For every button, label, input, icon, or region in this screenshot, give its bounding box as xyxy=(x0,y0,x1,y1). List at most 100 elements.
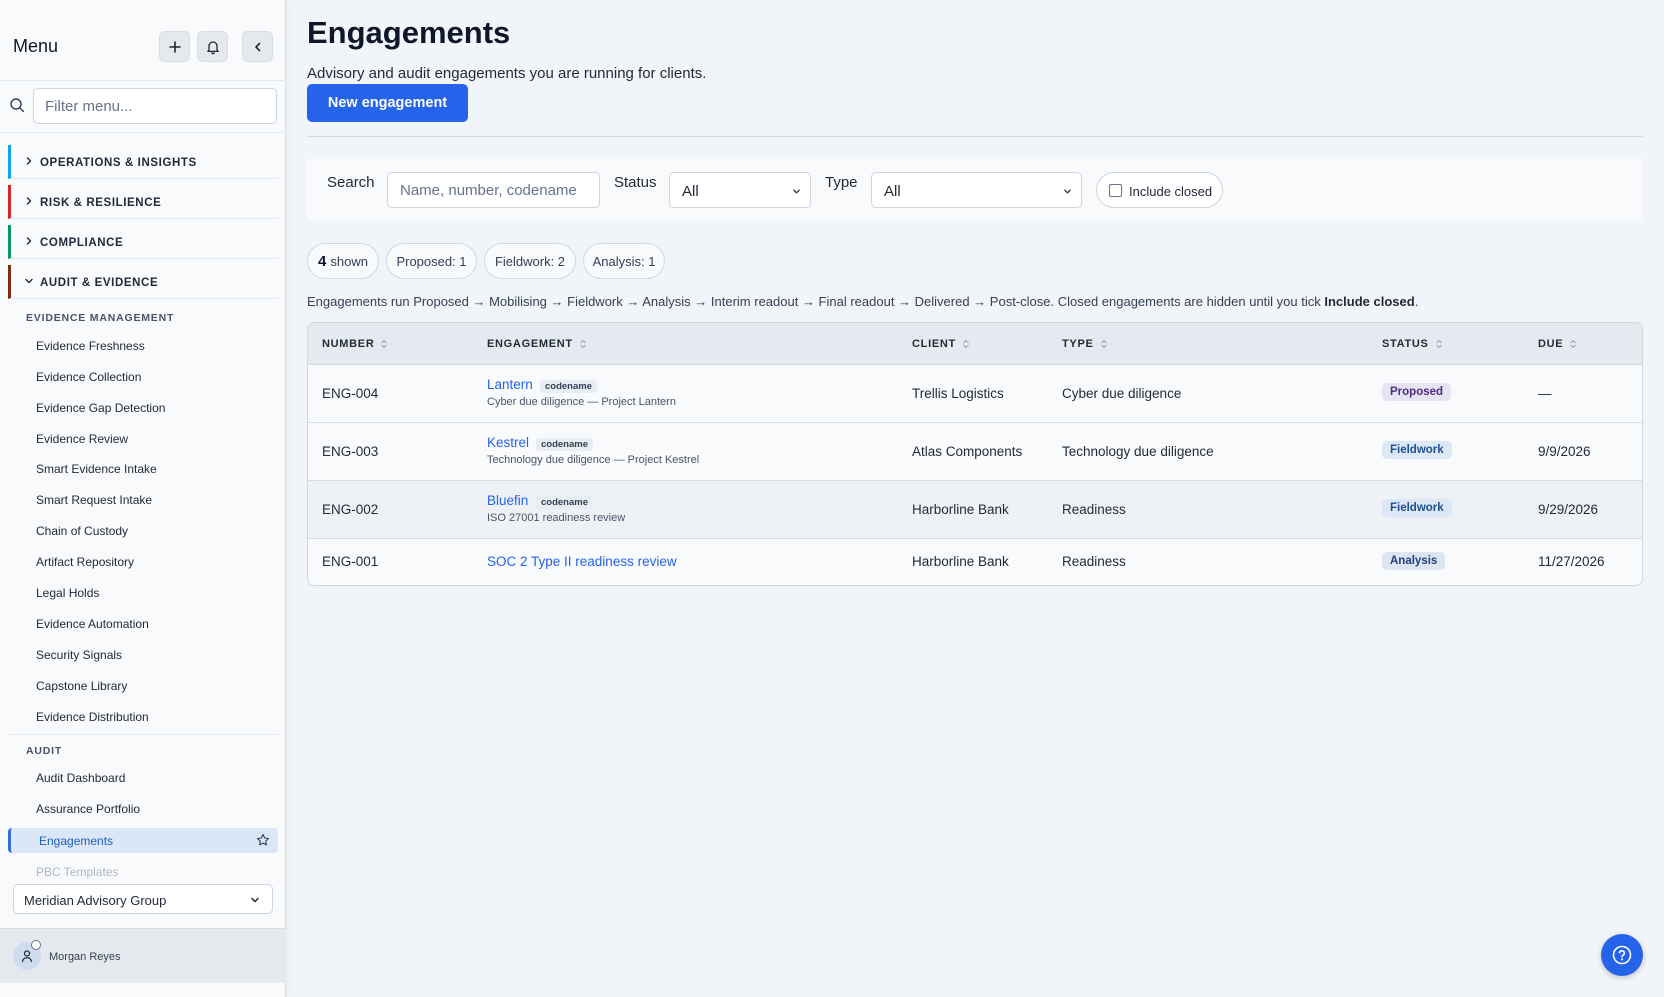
sort-icon xyxy=(1100,339,1107,349)
sidebar-item-evidence-freshness[interactable]: Evidence Freshness xyxy=(36,339,145,353)
plus-icon xyxy=(168,40,181,53)
sort-icon xyxy=(381,339,388,349)
add-button[interactable] xyxy=(159,31,190,62)
sidebar-item-capstone-library[interactable]: Capstone Library xyxy=(36,679,127,693)
column-label: DUE xyxy=(1538,338,1564,350)
sidebar-item-label: Engagements xyxy=(39,834,114,848)
column-header-status[interactable]: STATUS xyxy=(1382,338,1443,350)
status-select-value: All xyxy=(682,183,699,200)
org-switcher[interactable]: Meridian Advisory Group xyxy=(13,884,273,914)
type-label: Type xyxy=(825,174,858,191)
user-menu[interactable]: Morgan Reyes xyxy=(0,928,286,983)
sort-icon xyxy=(1570,339,1577,349)
status-count-pill[interactable]: Proposed: 1 xyxy=(386,243,477,279)
status-badge: Analysis xyxy=(1382,552,1446,570)
sidebar-item-evidence-collection[interactable]: Evidence Collection xyxy=(36,370,141,384)
engagement-type: Readiness xyxy=(1062,554,1126,569)
column-header-number[interactable]: NUMBER xyxy=(322,338,388,350)
sidebar-item-engagements[interactable]: Engagements xyxy=(8,828,278,853)
engagement-type: Readiness xyxy=(1062,502,1126,517)
chevron-down-icon xyxy=(1064,189,1071,194)
section-label: OPERATIONS & INSIGHTS xyxy=(40,157,197,169)
presence-indicator xyxy=(31,940,41,950)
status-badge: Fieldwork xyxy=(1382,499,1452,517)
page-title: Engagements xyxy=(307,15,511,50)
engagement-link[interactable]: Kestrel xyxy=(487,435,529,450)
engagement-number: ENG-001 xyxy=(322,554,379,569)
sidebar-item-evidence-automation[interactable]: Evidence Automation xyxy=(36,617,149,631)
star-icon[interactable] xyxy=(256,833,270,847)
sidebar-item-smart-evidence-intake[interactable]: Smart Evidence Intake xyxy=(36,462,157,476)
column-header-type[interactable]: TYPE xyxy=(1062,338,1108,350)
section-operations-insights[interactable]: OPERATIONS & INSIGHTS xyxy=(8,145,278,179)
codename-tag: codename xyxy=(540,380,597,393)
status-count-pill[interactable]: Fieldwork: 2 xyxy=(484,243,576,279)
sidebar-item-evidence-review[interactable]: Evidence Review xyxy=(36,432,128,446)
sort-icon xyxy=(579,339,586,349)
include-closed-toggle[interactable]: Include closed xyxy=(1096,172,1223,208)
org-name: Meridian Advisory Group xyxy=(24,893,167,908)
sort-icon xyxy=(963,339,969,349)
section-risk-resilience[interactable]: RISK & RESILIENCE xyxy=(8,185,278,219)
sidebar-item-chain-of-custody[interactable]: Chain of Custody xyxy=(36,524,128,538)
table-row[interactable]: ENG-004 Lantern codename Cyber due dilig… xyxy=(308,365,1642,423)
status-count-pill[interactable]: Analysis: 1 xyxy=(583,243,665,279)
sidebar: Menu OPERATIONS & INSIGHTS RISK & RESILI… xyxy=(0,0,286,997)
engagement-link[interactable]: Lantern xyxy=(487,377,533,392)
chevron-right-icon xyxy=(26,157,32,165)
sidebar-header: Menu xyxy=(0,0,286,81)
engagement-number: ENG-003 xyxy=(322,444,379,459)
column-header-client[interactable]: CLIENT xyxy=(912,338,970,350)
engagement-link[interactable]: SOC 2 Type II readiness review xyxy=(487,554,677,569)
shown-count-pill: 4 shown xyxy=(307,243,379,279)
help-button[interactable] xyxy=(1601,934,1643,976)
section-compliance[interactable]: COMPLIANCE xyxy=(8,225,278,259)
column-header-engagement[interactable]: ENGAGEMENT xyxy=(487,338,587,350)
type-select[interactable]: All xyxy=(871,172,1082,208)
section-label: RISK & RESILIENCE xyxy=(40,197,162,209)
shown-label: shown xyxy=(330,253,368,269)
sidebar-item-evidence-gap-detection[interactable]: Evidence Gap Detection xyxy=(36,401,165,415)
column-header-due[interactable]: DUE xyxy=(1538,338,1577,350)
shown-count: 4 xyxy=(318,252,327,270)
sidebar-item-security-signals[interactable]: Security Signals xyxy=(36,648,122,662)
table-row[interactable]: ENG-003 Kestrel codename Technology due … xyxy=(308,423,1642,481)
workflow-note-end: . xyxy=(1414,294,1419,309)
engagement-link[interactable]: Bluefin xyxy=(487,493,528,508)
table-row[interactable]: ENG-001 SOC 2 Type II readiness review H… xyxy=(308,539,1642,585)
search-label: Search xyxy=(327,174,375,191)
engagements-table: NUMBER ENGAGEMENT CLIENT TYPE STATUS DUE… xyxy=(307,322,1643,586)
search-icon xyxy=(10,98,25,113)
menu-filter-input[interactable] xyxy=(33,88,277,124)
menu-filter xyxy=(0,81,286,133)
group-label-audit: AUDIT xyxy=(26,745,63,757)
section-label: COMPLIANCE xyxy=(40,237,124,249)
section-audit-evidence[interactable]: AUDIT & EVIDENCE xyxy=(8,265,278,299)
codename-tag: codename xyxy=(536,438,593,451)
new-engagement-button[interactable]: New engagement xyxy=(307,84,468,122)
include-closed-label: Include closed xyxy=(1129,184,1213,199)
due-date: 11/27/2026 xyxy=(1538,554,1605,569)
search-input[interactable] xyxy=(387,172,600,208)
sidebar-item-pbc-templates[interactable]: PBC Templates xyxy=(36,865,118,879)
sidebar-item-audit-dashboard[interactable]: Audit Dashboard xyxy=(36,771,125,785)
column-label: NUMBER xyxy=(322,338,375,350)
status-select[interactable]: All xyxy=(669,172,811,208)
sidebar-item-artifact-repository[interactable]: Artifact Repository xyxy=(36,555,134,569)
engagement-number: ENG-004 xyxy=(322,386,379,401)
sidebar-item-smart-request-intake[interactable]: Smart Request Intake xyxy=(36,493,152,507)
sidebar-item-assurance-portfolio[interactable]: Assurance Portfolio xyxy=(36,802,140,816)
due-date: — xyxy=(1538,386,1552,401)
sidebar-item-legal-holds[interactable]: Legal Holds xyxy=(36,586,99,600)
chevron-right-icon xyxy=(26,237,32,245)
filter-panel: Search Status All Type All Include close… xyxy=(307,157,1643,221)
help-icon xyxy=(1612,945,1632,965)
table-row[interactable]: ENG-002 Bluefin codename ISO 27001 readi… xyxy=(308,481,1642,539)
client-name: Trellis Logistics xyxy=(912,386,1004,401)
client-name: Atlas Components xyxy=(912,444,1023,459)
sidebar-item-evidence-distribution[interactable]: Evidence Distribution xyxy=(36,710,149,724)
due-date: 9/9/2026 xyxy=(1538,444,1591,459)
collapse-sidebar-button[interactable] xyxy=(242,31,273,62)
notifications-button[interactable] xyxy=(197,31,228,62)
include-closed-checkbox[interactable] xyxy=(1109,184,1122,197)
